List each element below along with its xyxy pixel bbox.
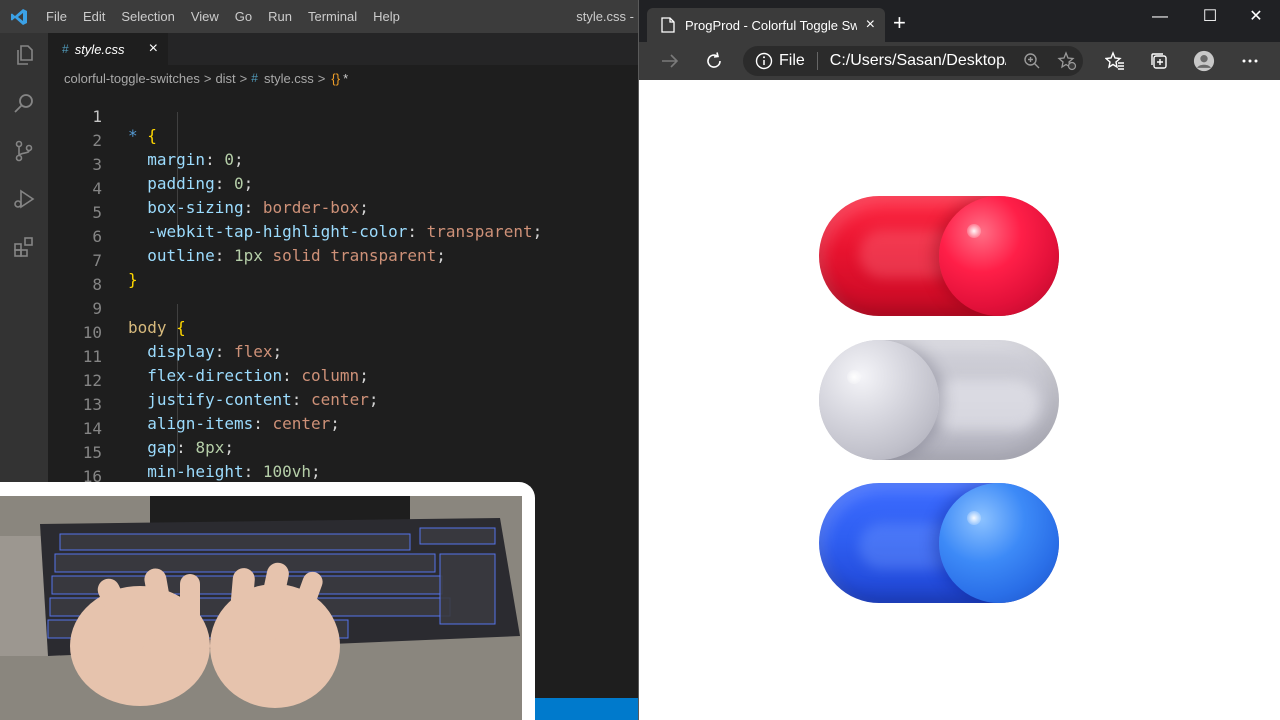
- explorer-icon[interactable]: [10, 41, 38, 69]
- breadcrumb-separator: >: [239, 70, 248, 86]
- code-line: 15 min-height: 100vh;: [48, 424, 638, 481]
- breadcrumb-selector[interactable]: *: [343, 71, 348, 86]
- page-viewport: [639, 80, 1279, 720]
- address-bar[interactable]: File C:/Users/Sasan/Desktop/colorful-tog…: [743, 46, 1083, 76]
- browser-tab-close-icon[interactable]: ×: [866, 16, 875, 34]
- code-line: 13 align-items: center;: [48, 376, 638, 433]
- code-line: 3 padding: 0;: [48, 136, 638, 193]
- toggle-knob-gray[interactable]: [819, 340, 939, 460]
- extensions-icon[interactable]: [10, 233, 38, 261]
- keyboard-video-frame: [0, 496, 522, 720]
- code-line: 9 body {: [48, 280, 638, 337]
- search-icon[interactable]: [10, 89, 38, 117]
- code-line: 2 margin: 0;: [48, 112, 638, 169]
- browser-toolbar: File C:/Users/Sasan/Desktop/colorful-tog…: [639, 42, 1280, 80]
- code-line: 7 }: [48, 232, 638, 289]
- track-glow: [929, 380, 1039, 430]
- toggle-switch-red[interactable]: [819, 196, 1059, 316]
- menu-view[interactable]: View: [183, 0, 227, 33]
- breadcrumb-dist[interactable]: dist: [215, 71, 235, 86]
- css-file-icon: #: [62, 42, 69, 56]
- forward-icon[interactable]: [659, 50, 681, 72]
- knob-highlight: [847, 370, 861, 384]
- maximize-icon[interactable]: ☐: [1195, 6, 1225, 28]
- more-menu-icon[interactable]: [1239, 50, 1261, 72]
- code-line: 6 outline: 1px solid transparent;: [48, 208, 638, 265]
- favorites-icon[interactable]: [1104, 50, 1126, 72]
- code-line: 8: [48, 256, 638, 294]
- address-url[interactable]: C:/Users/Sasan/Desktop/colorful-toggle-s…: [830, 52, 1006, 70]
- browser-tab[interactable]: ProgProd - Colorful Toggle Switches ×: [647, 8, 885, 42]
- menu-run[interactable]: Run: [260, 0, 300, 33]
- toggle-knob-red[interactable]: [939, 196, 1059, 316]
- keyboard-hands-image: [0, 496, 522, 720]
- browser-tab-title: ProgProd - Colorful Toggle Switches: [685, 17, 857, 33]
- browser-tabstrip: ProgProd - Colorful Toggle Switches × + …: [639, 0, 1280, 42]
- vscode-logo-icon: [0, 8, 38, 26]
- window-title: style.css -: [576, 9, 634, 24]
- breadcrumb-folder[interactable]: colorful-toggle-switches: [64, 71, 200, 86]
- css-file-icon: #: [251, 71, 258, 85]
- knob-highlight: [967, 224, 981, 238]
- zoom-icon[interactable]: [1023, 52, 1041, 70]
- profile-avatar[interactable]: [1193, 50, 1215, 72]
- add-favorite-icon[interactable]: [1057, 51, 1077, 71]
- code-line: 5 -webkit-tap-highlight-color: transpare…: [48, 184, 638, 241]
- toggle-knob-blue[interactable]: [939, 483, 1059, 603]
- tab-label: style.css: [74, 41, 125, 57]
- webcam-overlay: [0, 482, 535, 720]
- run-debug-icon[interactable]: [10, 185, 38, 213]
- minimize-icon[interactable]: —: [1145, 6, 1175, 28]
- breadcrumb-file[interactable]: style.css: [264, 71, 314, 86]
- address-divider: [816, 52, 818, 70]
- close-window-icon[interactable]: ✕: [1241, 6, 1271, 28]
- editor-tabs: # style.css ×: [48, 33, 638, 65]
- page-icon: [661, 17, 675, 33]
- new-tab-icon[interactable]: +: [893, 12, 906, 34]
- menu-edit[interactable]: Edit: [75, 0, 113, 33]
- code-line: 12 justify-content: center;: [48, 352, 638, 409]
- code-line: 14 gap: 8px;: [48, 400, 638, 457]
- toggle-switch-blue[interactable]: [819, 483, 1059, 603]
- tab-close-icon[interactable]: ×: [149, 40, 158, 58]
- breadcrumb-separator: >: [317, 70, 326, 86]
- code-line: 4 box-sizing: border-box;: [48, 160, 638, 217]
- breadcrumb-separator: >: [203, 70, 212, 86]
- vscode-titlebar: File Edit Selection View Go Run Terminal…: [0, 0, 638, 33]
- toggle-switch-gray[interactable]: [819, 340, 1059, 460]
- symbol-icon: {}: [331, 70, 341, 86]
- code-line: 11 flex-direction: column;: [48, 328, 638, 385]
- menu-file[interactable]: File: [38, 0, 75, 33]
- tab-style-css[interactable]: # style.css ×: [48, 33, 168, 65]
- refresh-icon[interactable]: [703, 50, 725, 72]
- code-line: 1 * {: [48, 88, 638, 145]
- collections-icon[interactable]: [1148, 50, 1170, 72]
- breadcrumb: colorful-toggle-switches > dist > # styl…: [64, 68, 348, 88]
- menu-help[interactable]: Help: [365, 0, 408, 33]
- address-scheme-label: File: [779, 52, 805, 69]
- menu-terminal[interactable]: Terminal: [300, 0, 365, 33]
- code-line: 10 display: flex;: [48, 304, 638, 361]
- code-line: 16 font-size: 2em;: [48, 448, 638, 505]
- info-icon[interactable]: [755, 52, 773, 70]
- code-editor[interactable]: 1 * { 2 margin: 0; 3 padding: 0; 4 box-s…: [48, 88, 638, 508]
- status-bar: [535, 698, 638, 720]
- menu-go[interactable]: Go: [227, 0, 260, 33]
- menu-selection[interactable]: Selection: [113, 0, 182, 33]
- source-control-icon[interactable]: [10, 137, 38, 165]
- browser-window: ProgProd - Colorful Toggle Switches × + …: [638, 0, 1280, 720]
- knob-highlight: [967, 511, 981, 525]
